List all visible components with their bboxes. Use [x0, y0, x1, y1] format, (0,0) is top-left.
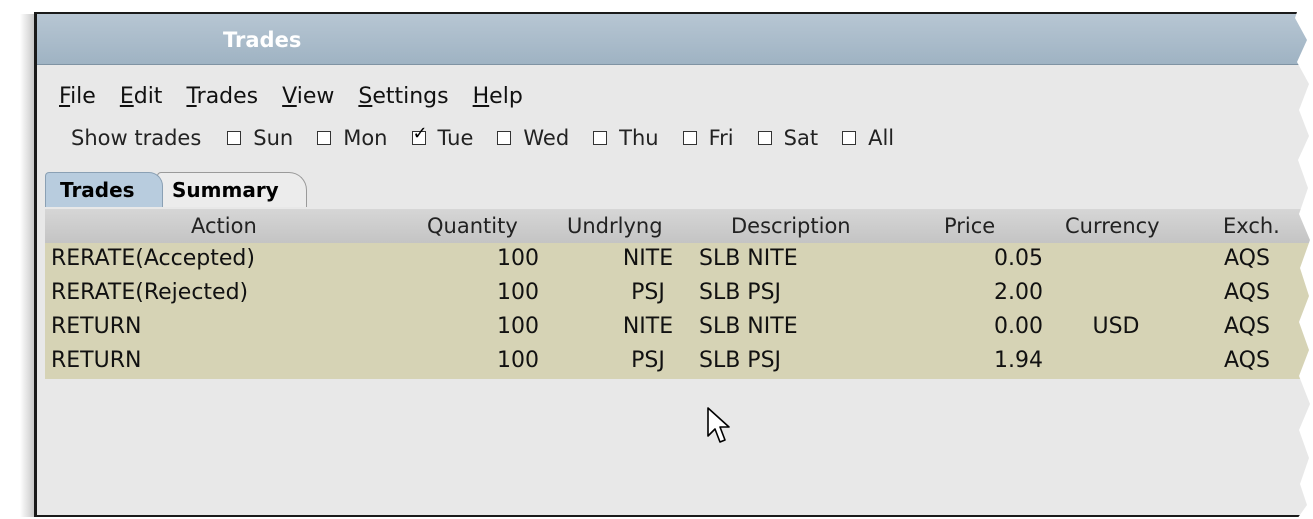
cell-price: 1.94 [994, 348, 1043, 373]
day-label-mon: Mon [343, 126, 388, 150]
day-label-tue: Tue [437, 126, 474, 150]
header-quantity[interactable]: Quantity [427, 214, 518, 238]
header-exchange[interactable]: Exch. [1223, 214, 1280, 238]
day-checkbox-thu[interactable]: Thu [593, 126, 659, 150]
menu-settings-mnemonic: S [358, 84, 373, 109]
cell-description: SLB PSJ [699, 280, 782, 305]
cell-description: SLB PSJ [699, 348, 782, 373]
header-currency[interactable]: Currency [1065, 214, 1160, 238]
menu-edit-mnemonic: E [119, 84, 134, 109]
tab-summary[interactable]: Summary [157, 172, 307, 207]
day-checkbox-sun[interactable]: Sun [227, 126, 293, 150]
cell-exchange: AQS [1224, 314, 1270, 339]
header-price[interactable]: Price [944, 214, 995, 238]
menu-trades-mnemonic: T [186, 84, 197, 109]
table-row[interactable]: RERATE(Rejected) 100 PSJ SLB PSJ 2.00 AQ… [45, 277, 1313, 311]
menu-view[interactable]: View [282, 84, 334, 114]
cell-action: RERATE(Rejected) [51, 280, 249, 305]
window-title: Trades [223, 28, 302, 52]
menu-view-label: iew [296, 84, 335, 109]
menu-edit-label: dit [133, 84, 163, 109]
day-checkbox-all[interactable]: All [842, 126, 894, 150]
checkbox-sun[interactable] [227, 131, 242, 145]
cell-action: RETURN [51, 348, 142, 373]
cell-exchange: AQS [1224, 280, 1270, 305]
day-checkbox-wed[interactable]: Wed [497, 126, 569, 150]
cell-description: SLB NITE [699, 246, 798, 271]
cell-exchange: AQS [1224, 246, 1270, 271]
cell-quantity: 100 [497, 314, 539, 339]
mouse-cursor-icon [707, 407, 730, 443]
day-label-thu: Thu [619, 126, 659, 150]
day-label-sun: Sun [253, 126, 294, 150]
menu-file-label: ile [70, 84, 96, 109]
checkbox-sat[interactable] [757, 131, 772, 145]
menu-file-mnemonic: F [59, 84, 71, 109]
menu-help-label: elp [489, 84, 523, 109]
menu-trades-label: rades [196, 84, 259, 109]
torn-edge [1295, 0, 1313, 519]
checkbox-all[interactable] [842, 131, 857, 145]
checkbox-wed[interactable] [497, 131, 512, 145]
trades-table: Action Quantity Undrlyng Description Pri… [45, 209, 1313, 379]
day-label-sat: Sat [783, 126, 819, 150]
header-description[interactable]: Description [731, 214, 851, 238]
header-action[interactable]: Action [191, 214, 257, 238]
menu-bar: File Edit Trades View Settings Help [59, 84, 547, 114]
table-row[interactable]: RETURN 100 PSJ SLB PSJ 1.94 AQS [45, 345, 1313, 379]
day-checkbox-tue[interactable]: Tue [411, 123, 474, 150]
checkbox-fri[interactable] [682, 131, 697, 145]
day-checkbox-fri[interactable]: Fri [682, 126, 734, 150]
day-label-all: All [868, 126, 895, 150]
cell-action: RERATE(Accepted) [51, 246, 255, 271]
cell-underlying: PSJ [631, 280, 665, 305]
title-bar[interactable]: Trades [37, 14, 1313, 65]
cell-underlying: NITE [622, 246, 674, 271]
checkbox-thu[interactable] [593, 131, 608, 145]
tab-trades[interactable]: Trades [45, 172, 163, 207]
menu-trades[interactable]: Trades [186, 84, 258, 114]
cell-quantity: 100 [497, 280, 539, 305]
menu-help-mnemonic: H [472, 84, 490, 109]
trades-window: Trades File Edit Trades View Settings He… [34, 12, 1313, 517]
header-underlying[interactable]: Undrlyng [567, 214, 663, 238]
menu-file[interactable]: File [59, 84, 96, 114]
menu-settings-label: ettings [372, 84, 449, 109]
cell-description: SLB NITE [699, 314, 798, 339]
menu-settings[interactable]: Settings [358, 84, 448, 114]
cell-exchange: AQS [1224, 348, 1270, 373]
cell-underlying: PSJ [631, 348, 665, 373]
table-row[interactable]: RERATE(Accepted) 100 NITE SLB NITE 0.05 … [45, 243, 1313, 277]
day-checkbox-sat[interactable]: Sat [757, 126, 819, 150]
cell-currency: USD [1092, 314, 1140, 339]
cell-price: 0.05 [994, 246, 1043, 271]
cell-quantity: 100 [497, 246, 539, 271]
cell-action: RETURN [51, 314, 142, 339]
day-label-fri: Fri [708, 126, 734, 150]
checkbox-mon[interactable] [317, 131, 332, 145]
menu-edit[interactable]: Edit [120, 84, 163, 114]
table-header: Action Quantity Undrlyng Description Pri… [45, 209, 1313, 243]
cell-quantity: 100 [497, 348, 539, 373]
show-trades-filter: Show trades Sun Mon Tue Wed Thu Fri Sat … [71, 123, 918, 153]
table-body: RERATE(Accepted) 100 NITE SLB NITE 0.05 … [45, 243, 1313, 379]
day-label-wed: Wed [523, 126, 570, 150]
menu-help[interactable]: Help [473, 84, 523, 114]
cell-price: 2.00 [994, 280, 1043, 305]
menu-view-mnemonic: V [282, 84, 297, 109]
cell-price: 0.00 [994, 314, 1043, 339]
day-checkbox-mon[interactable]: Mon [317, 126, 388, 150]
window-shadow [20, 14, 34, 517]
checkbox-tue[interactable] [411, 123, 428, 145]
show-trades-label: Show trades [71, 126, 202, 150]
table-row[interactable]: RETURN 100 NITE SLB NITE 0.00 USD AQS [45, 311, 1313, 345]
cell-underlying: NITE [622, 314, 674, 339]
